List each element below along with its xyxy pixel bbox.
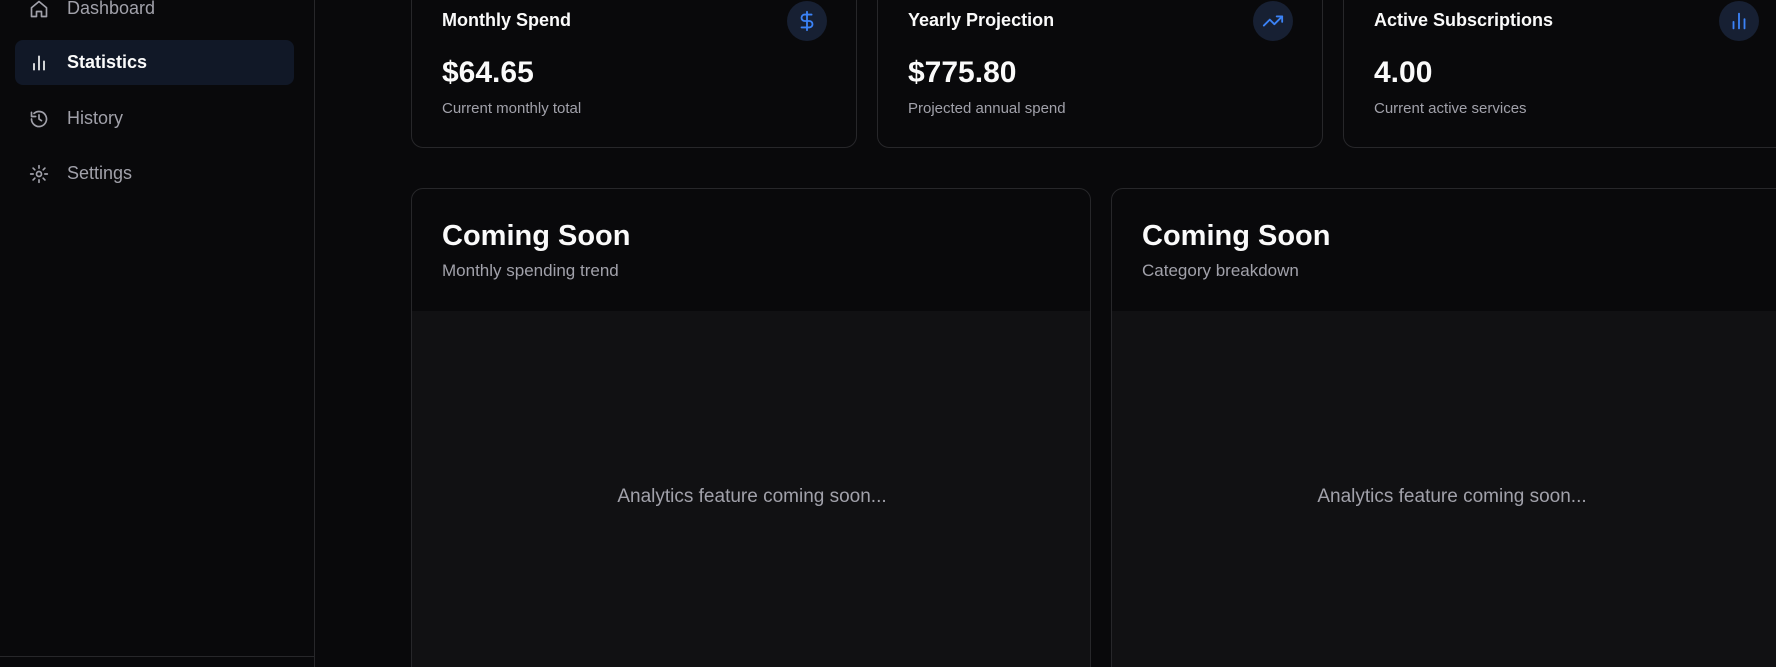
panel-placeholder-text: Analytics feature coming soon... bbox=[617, 486, 887, 507]
stat-title: Yearly Projection bbox=[908, 10, 1055, 30]
bar-chart-icon bbox=[33, 55, 45, 70]
sidebar-footer-divider bbox=[0, 656, 315, 657]
sidebar-item-label: Settings bbox=[67, 163, 133, 183]
history-icon bbox=[30, 110, 48, 127]
panel-header: Coming Soon Monthly spending trend bbox=[412, 189, 1090, 311]
gear-icon bbox=[29, 164, 49, 183]
sidebar-item-label: Dashboard bbox=[67, 0, 156, 18]
panel-subtitle: Category breakdown bbox=[1142, 261, 1299, 280]
panel-subtitle: Monthly spending trend bbox=[442, 261, 619, 280]
panel-title: Coming Soon bbox=[1142, 220, 1331, 252]
panel-monthly-trend: Coming Soon Monthly spending trend Analy… bbox=[411, 188, 1091, 667]
app-root: Dashboard Statistics History Settings Mo… bbox=[0, 0, 1776, 667]
sidebar: Dashboard Statistics History Settings bbox=[0, 0, 315, 667]
panel-placeholder-text: Analytics feature coming soon... bbox=[1317, 486, 1587, 507]
sidebar-item-dashboard[interactable]: Dashboard bbox=[15, 0, 294, 31]
sidebar-item-statistics[interactable]: Statistics bbox=[15, 40, 294, 85]
panel-title: Coming Soon bbox=[442, 220, 631, 252]
stat-title: Active Subscriptions bbox=[1374, 10, 1554, 30]
stat-subtitle: Projected annual spend bbox=[908, 100, 1066, 117]
bar-chart-icon bbox=[1719, 1, 1759, 41]
dollar-icon bbox=[787, 1, 827, 41]
stat-value: $775.80 bbox=[908, 56, 1017, 89]
sidebar-item-label: Statistics bbox=[67, 52, 148, 72]
stat-subtitle: Current monthly total bbox=[442, 100, 582, 117]
stat-card-monthly-spend: Monthly Spend $64.65 Current monthly tot… bbox=[411, 0, 857, 148]
stat-card-active-subscriptions: Active Subscriptions 4.00 Current active… bbox=[1343, 0, 1776, 148]
sidebar-item-settings[interactable]: Settings bbox=[15, 151, 294, 196]
trending-up-icon bbox=[1253, 1, 1293, 41]
stat-value: $64.65 bbox=[442, 56, 534, 89]
stat-card-yearly-projection: Yearly Projection $775.80 Projected annu… bbox=[877, 0, 1323, 148]
stat-title: Monthly Spend bbox=[442, 10, 571, 30]
panel-category-breakdown: Coming Soon Category breakdown Analytics… bbox=[1111, 188, 1776, 667]
stat-subtitle: Current active services bbox=[1374, 100, 1527, 117]
sidebar-item-label: History bbox=[67, 108, 124, 128]
panel-header: Coming Soon Category breakdown bbox=[1112, 189, 1776, 311]
home-icon bbox=[30, 0, 48, 17]
stat-value: 4.00 bbox=[1374, 56, 1433, 89]
sidebar-item-history[interactable]: History bbox=[15, 96, 294, 141]
